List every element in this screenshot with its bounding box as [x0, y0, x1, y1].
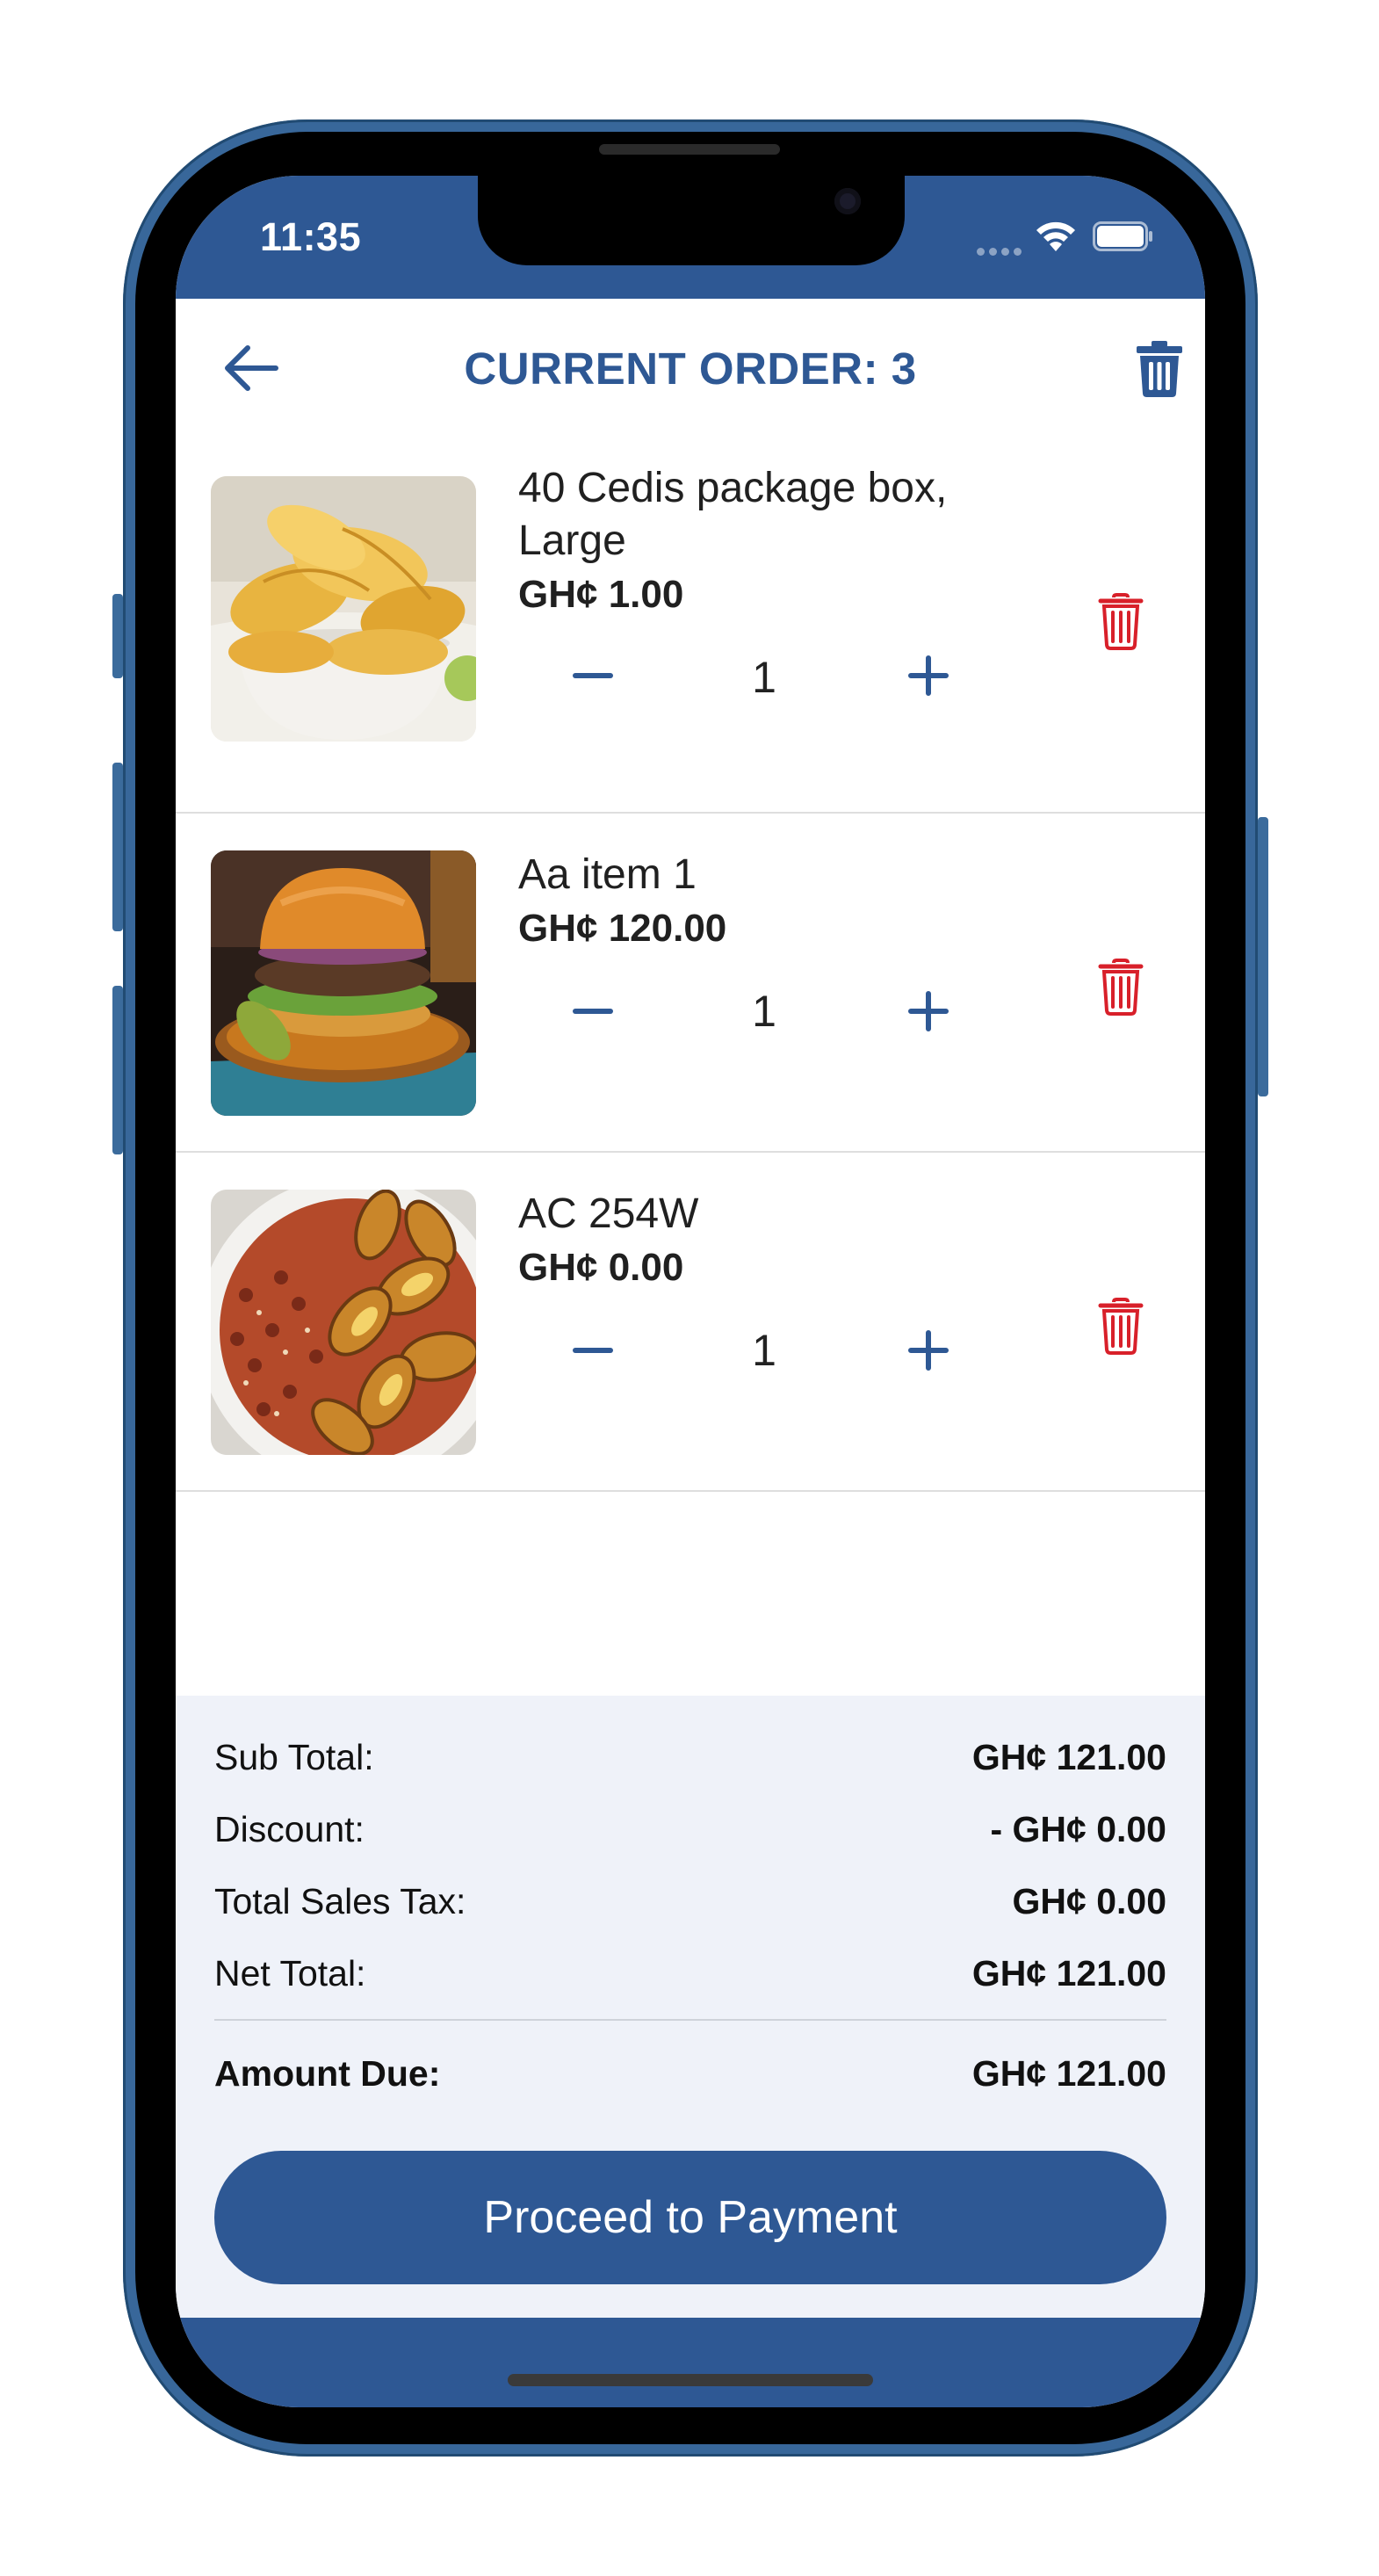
- discount-value: - GH¢ 0.00: [990, 1808, 1166, 1849]
- item-name: AC 254W: [518, 1190, 699, 1237]
- remove-item-button[interactable]: [1094, 1293, 1147, 1360]
- item-quantity: 1: [752, 987, 776, 1036]
- page-title: CURRENT ORDER: 3: [464, 344, 917, 394]
- order-summary: Sub Total: GH¢ 121.00 Discount: - GH¢ 0.…: [176, 1696, 1205, 2318]
- item-price: GH¢ 1.00: [518, 573, 684, 616]
- trash-icon: [1098, 1298, 1144, 1355]
- amount-due-label: Amount Due:: [214, 2052, 441, 2094]
- discount-row: Discount: - GH¢ 0.00: [214, 1805, 1166, 1854]
- item-thumbnail: [211, 1190, 476, 1455]
- increase-quantity-button[interactable]: [898, 1320, 959, 1381]
- home-indicator[interactable]: [508, 2374, 873, 2386]
- power-button: [1258, 817, 1268, 1096]
- item-thumbnail: [211, 850, 476, 1116]
- net-total-value: GH¢ 121.00: [971, 1952, 1166, 1994]
- item-name: Aa item 1: [518, 851, 697, 898]
- decrease-quantity-button[interactable]: [562, 645, 624, 706]
- camera-notch: [478, 176, 905, 265]
- plus-icon: [908, 655, 949, 696]
- order-item: 40 Cedis package box, Large GH¢ 1.00 1: [176, 439, 1205, 814]
- discount-label: Discount:: [214, 1808, 365, 1849]
- item-price: GH¢ 120.00: [518, 907, 727, 950]
- trash-icon: [1137, 341, 1182, 397]
- earpiece-speaker: [599, 144, 780, 155]
- item-thumbnail: [211, 476, 476, 742]
- clear-order-button[interactable]: [1130, 337, 1189, 401]
- beans-plantain-image: [211, 1190, 476, 1455]
- net-total-row: Net Total: GH¢ 121.00: [214, 1949, 1166, 1998]
- remove-item-button[interactable]: [1094, 589, 1147, 655]
- front-camera: [834, 188, 861, 214]
- app-screen: 11:35 CURRENT ORDER: 3 40 Cedis package …: [176, 176, 1205, 2407]
- plus-icon: [908, 991, 949, 1031]
- decrease-quantity-button[interactable]: [562, 980, 624, 1042]
- item-name: 40 Cedis package box, Large: [518, 465, 948, 564]
- status-time: 11:35: [260, 214, 362, 259]
- sales-tax-value: GH¢ 0.00: [1012, 1880, 1167, 1921]
- trash-icon: [1098, 593, 1144, 650]
- order-item: AC 254W GH¢ 0.00 1: [176, 1153, 1205, 1492]
- amount-due-value: GH¢ 121.00: [971, 2052, 1166, 2094]
- minus-icon: [573, 1348, 613, 1353]
- amount-due-row: Amount Due: GH¢ 121.00: [214, 2049, 1166, 2098]
- item-price: GH¢ 0.00: [518, 1246, 684, 1289]
- burger-image: [211, 850, 476, 1116]
- sub-total-value: GH¢ 121.00: [971, 1736, 1166, 1777]
- remove-item-button[interactable]: [1094, 954, 1147, 1021]
- decrease-quantity-button[interactable]: [562, 1320, 624, 1381]
- order-item-list: 40 Cedis package box, Large GH¢ 1.00 1 A…: [176, 439, 1205, 1492]
- cellular-signal-icon: [977, 248, 1022, 256]
- sub-total-row: Sub Total: GH¢ 121.00: [214, 1733, 1166, 1782]
- crisps-bowl-image: [211, 476, 476, 742]
- mute-switch: [112, 594, 123, 678]
- minus-icon: [573, 1009, 613, 1014]
- sub-total-label: Sub Total:: [214, 1736, 374, 1777]
- item-quantity: 1: [752, 653, 776, 702]
- battery-icon: [1093, 221, 1152, 251]
- item-quantity: 1: [752, 1326, 776, 1375]
- proceed-to-payment-button[interactable]: Proceed to Payment: [214, 2151, 1166, 2284]
- wifi-icon: [1036, 221, 1075, 251]
- sales-tax-label: Total Sales Tax:: [214, 1880, 466, 1921]
- summary-divider: [214, 2019, 1166, 2021]
- bottom-bar: [176, 2318, 1205, 2407]
- volume-down-button: [112, 986, 123, 1154]
- plus-icon: [908, 1330, 949, 1371]
- order-item: Aa item 1 GH¢ 120.00 1: [176, 814, 1205, 1153]
- net-total-label: Net Total:: [214, 1952, 366, 1994]
- minus-icon: [573, 673, 613, 678]
- order-header: CURRENT ORDER: 3: [176, 299, 1205, 439]
- status-bar: 11:35: [176, 176, 1205, 299]
- sales-tax-row: Total Sales Tax: GH¢ 0.00: [214, 1877, 1166, 1926]
- trash-icon: [1098, 959, 1144, 1016]
- increase-quantity-button[interactable]: [898, 980, 959, 1042]
- increase-quantity-button[interactable]: [898, 645, 959, 706]
- volume-up-button: [112, 763, 123, 931]
